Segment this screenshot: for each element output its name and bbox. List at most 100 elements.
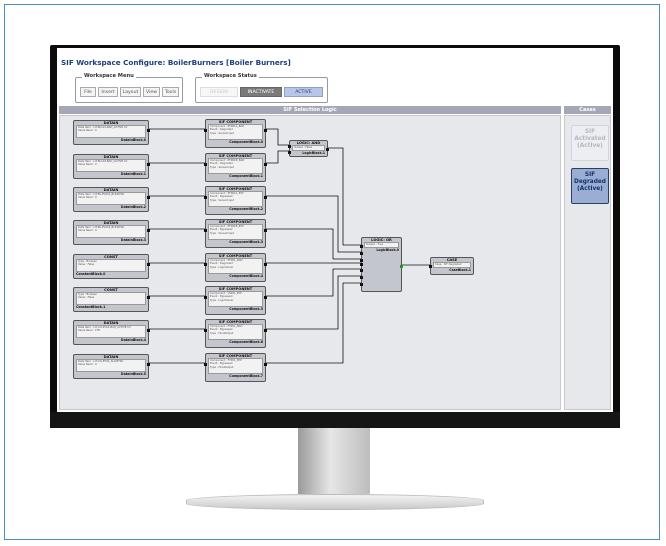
block-row: Output : True	[366, 243, 384, 246]
block-name: DataInBlock.0	[120, 138, 146, 142]
status-inactivate-button[interactable]: INACTIVATE	[240, 87, 282, 97]
menu-tools-button[interactable]: Tools	[162, 87, 179, 97]
input-port[interactable]	[360, 269, 363, 272]
datain-block[interactable]: DATAIN Data Item : LIT-BL102-BAD_ACTIVE.…	[73, 154, 150, 179]
output-port[interactable]	[147, 129, 150, 132]
output-port[interactable]	[326, 148, 329, 151]
block-name: ComponentBlock.4	[229, 274, 263, 278]
block-info: Component : LS001_BYP Event : Bypassed Typ…	[208, 291, 263, 307]
output-port[interactable]	[147, 329, 150, 332]
sif-component-block[interactable]: SIF COMPONENT Component : PT001A_BYP Even…	[204, 186, 267, 215]
block-row: Value : False	[78, 263, 95, 267]
sif-component-block[interactable]: SIF COMPONENT Component : FY001_BYP Event…	[204, 353, 267, 382]
input-port[interactable]	[429, 265, 432, 268]
block-row: Type : SensorInput	[210, 131, 235, 135]
menu-layout-button[interactable]: Layout	[120, 87, 141, 97]
input-port[interactable]	[360, 252, 363, 255]
case-sif-degraded[interactable]: SIF Degraded (Active)	[571, 168, 609, 204]
block-name: LogicBlock.0	[376, 248, 399, 252]
workspace-menu-label: Workspace Menu	[82, 73, 136, 79]
logic-and-block[interactable]: LOGIC: AND Output : False LogicBlock.1	[288, 140, 329, 157]
output-port[interactable]	[147, 363, 150, 366]
block-name: DataInBlock.2	[120, 205, 146, 209]
sif-component-block[interactable]: SIF COMPONENT Component : FY001_BAD Event…	[204, 319, 267, 348]
input-port[interactable]	[204, 263, 207, 266]
datain-block[interactable]: DATAIN Data Item : LIT-CO-PV01-BAD_ACTIV…	[73, 320, 150, 345]
output-port[interactable]	[147, 196, 150, 199]
status-design-button[interactable]: DESIGN	[200, 87, 238, 97]
block-name: LogicBlock.1	[302, 151, 325, 155]
input-port[interactable]	[360, 245, 363, 248]
workspace-status-label: Workspace Status	[202, 73, 259, 79]
block-row: Case : SIF Degraded	[435, 263, 462, 266]
datain-block[interactable]: DATAIN Data Item : LIT-BL101-BAD_ACTIVE.…	[73, 120, 150, 145]
block-row: Type : SensorInput	[210, 165, 235, 169]
monitor-stand-neck	[298, 428, 370, 494]
input-port[interactable]	[360, 283, 363, 286]
block-info: Data Item : LIT-CO-PV02_SLR.BYSR Value Re…	[76, 359, 146, 372]
sif-component-block[interactable]: SIF COMPONENT Component : LS001_BYP Event…	[204, 286, 267, 315]
block-name: ConstantBlock.1	[76, 305, 106, 309]
input-port[interactable]	[204, 129, 207, 132]
menu-file-button[interactable]: File	[80, 87, 96, 97]
block-name: ComponentBlock.7	[229, 374, 263, 378]
block-name: ComponentBlock.6	[229, 340, 263, 344]
input-port[interactable]	[204, 296, 207, 299]
constant-block[interactable]: CONST Type : Boolean Value : False Consta…	[73, 287, 150, 312]
output-port[interactable]	[264, 129, 267, 132]
input-port[interactable]	[204, 363, 207, 366]
output-port[interactable]	[400, 265, 403, 268]
block-row: Value Read : 0	[78, 163, 97, 167]
block-row: Value Read : 0	[78, 129, 97, 133]
sif-component-block[interactable]: SIF COMPONENT Component : PT001B_BAD Even…	[204, 153, 267, 182]
datain-block[interactable]: DATAIN Data Item : LIT-CO-PV02_SLR.BYSR V…	[73, 354, 150, 379]
input-port[interactable]	[204, 196, 207, 199]
block-name: DataInBlock.1	[120, 172, 146, 176]
input-port[interactable]	[288, 151, 291, 154]
block-row: Type : SensorInput	[210, 231, 235, 235]
input-port[interactable]	[360, 259, 363, 262]
block-row: Value Read : 0	[78, 229, 97, 233]
input-port[interactable]	[204, 329, 207, 332]
output-port[interactable]	[264, 163, 267, 166]
case-line: Degraded	[574, 179, 606, 185]
case-sif-activated[interactable]: SIF Activated (Active)	[571, 125, 609, 161]
output-port[interactable]	[147, 229, 150, 232]
output-port[interactable]	[147, 263, 150, 266]
case-block[interactable]: CASE Case : SIF Degraded CaseBlock.1	[429, 257, 474, 275]
block-info: Type : Boolean Value : False	[76, 292, 146, 305]
logic-canvas[interactable]: DATAIN Data Item : LIT-BL101-BAD_ACTIVE.…	[59, 115, 561, 410]
block-row: Type : SensorInput	[210, 198, 235, 202]
menu-insert-button[interactable]: Insert	[98, 87, 118, 97]
logic-or-block[interactable]: LOGIC: OR Output : True LogicBlock.0	[360, 237, 403, 292]
sif-component-block[interactable]: SIF COMPONENT Component : PT001B_BYP Even…	[204, 219, 267, 248]
status-active-button[interactable]: ACTIVE	[284, 87, 323, 97]
cases-panel-header: Cases	[564, 106, 611, 114]
output-port[interactable]	[264, 263, 267, 266]
sif-component-block[interactable]: SIF COMPONENT Component : PT001A_BAD Even…	[204, 119, 267, 148]
workspace-status-group: Workspace Status DESIGN INACTIVATE ACTIV…	[195, 73, 328, 103]
input-port[interactable]	[360, 276, 363, 279]
output-port[interactable]	[147, 163, 150, 166]
case-line: SIF	[584, 129, 596, 135]
output-port[interactable]	[264, 363, 267, 366]
block-info: Component : PT001B_BAD Event : Degraded Ty…	[208, 158, 263, 174]
output-port[interactable]	[264, 196, 267, 199]
input-port[interactable]	[204, 229, 207, 232]
block-info: Component : FY001_BYP Event : Bypassed Typ…	[208, 358, 263, 374]
input-port[interactable]	[204, 163, 207, 166]
output-port[interactable]	[264, 229, 267, 232]
block-name: ComponentBlock.2	[229, 207, 263, 211]
sif-component-block[interactable]: SIF COMPONENT Component : PT001_BAD Event…	[204, 253, 267, 282]
input-port[interactable]	[288, 145, 291, 148]
menu-view-button[interactable]: View	[143, 87, 160, 97]
block-row: Value : False	[78, 296, 95, 300]
datain-block[interactable]: DATAIN Data Item : LIT-BL-PV002_BLR.BYSR…	[73, 220, 150, 245]
datain-block[interactable]: DATAIN Data Item : LIT-BL-PV001_BLR.BYSR…	[73, 187, 150, 212]
output-port[interactable]	[264, 329, 267, 332]
constant-block[interactable]: CONST Type : Boolean Value : False Consta…	[73, 254, 150, 279]
block-info: Component : PT001_BAD Event : Degraded Typ…	[208, 258, 263, 274]
output-port[interactable]	[147, 296, 150, 299]
output-port[interactable]	[264, 296, 267, 299]
input-port[interactable]	[360, 263, 363, 266]
